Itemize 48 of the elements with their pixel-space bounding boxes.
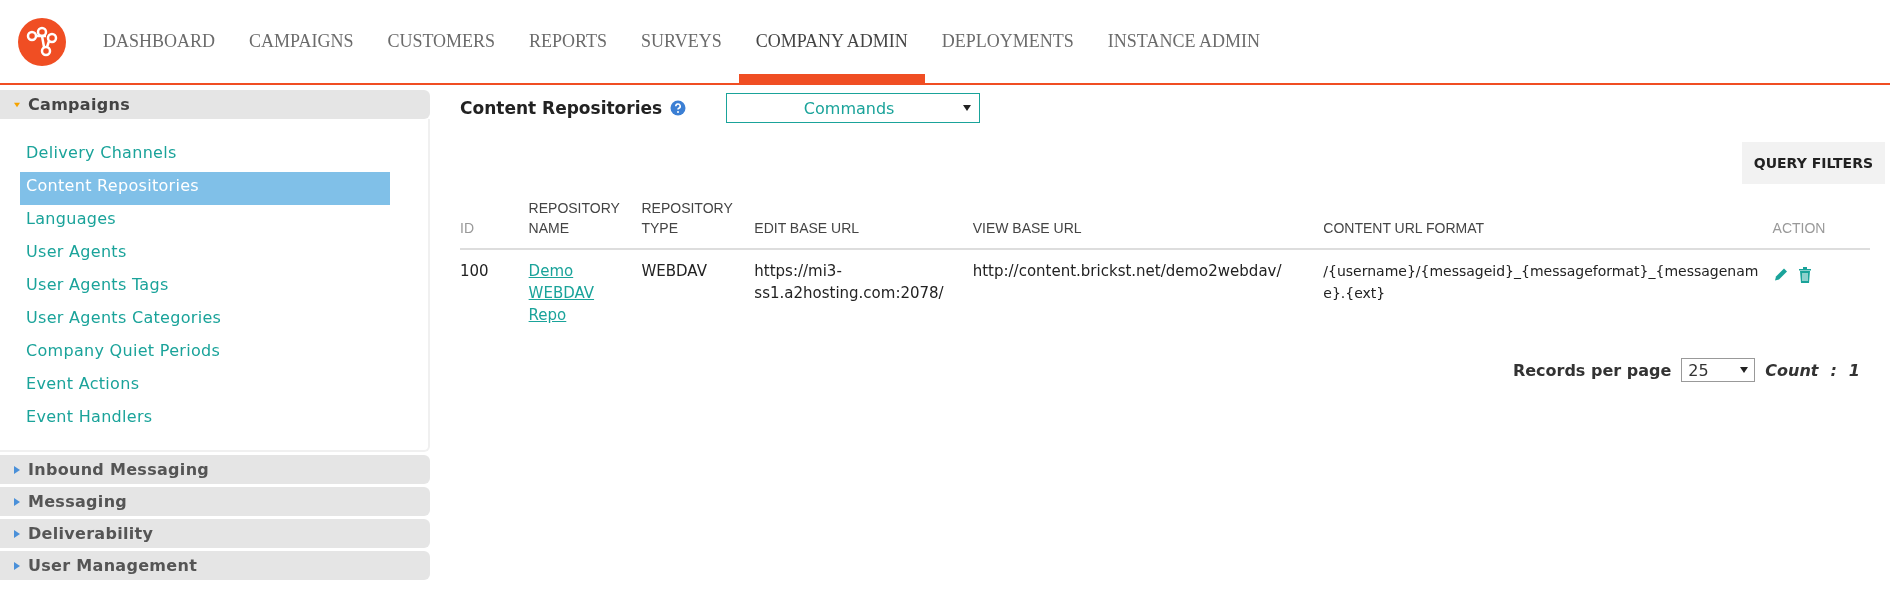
nav-tab[interactable]: CAMPAIGNS — [232, 0, 371, 84]
sidebar-item[interactable]: Delivery Channels — [20, 139, 390, 172]
sidebar-item[interactable]: User Agents — [20, 238, 390, 271]
count-label: Count — [1765, 360, 1819, 380]
pencil-icon[interactable] — [1772, 266, 1789, 283]
sidebar-section-header[interactable]: Messaging — [0, 487, 430, 516]
column-header: EDIT BASE URL — [754, 194, 973, 249]
sidebar-item[interactable]: Company Quiet Periods — [20, 337, 390, 370]
nav-tab[interactable]: DEPLOYMENTS — [924, 0, 1091, 84]
column-header: CONTENT URL FORMAT — [1323, 194, 1773, 249]
sidebar-item[interactable]: User Agents Tags — [20, 271, 390, 304]
nav-tab[interactable]: COMPANY ADMIN — [738, 0, 925, 84]
sidebar-section-header[interactable]: Inbound Messaging — [0, 455, 430, 484]
column-header: REPOSITORY TYPE — [641, 194, 755, 249]
nav-tab[interactable]: SURVEYS — [624, 0, 739, 84]
query-filters-button[interactable]: QUERY FILTERS — [1741, 142, 1885, 184]
table-cell: /{username}/{messageid}_{messageformat}_{messagename}.{ext} — [1323, 249, 1773, 334]
repository-link[interactable]: Demo WEBDAV Repo — [528, 260, 634, 326]
sidebar-item[interactable]: Event Handlers — [20, 403, 390, 436]
caret-down-icon — [963, 105, 972, 111]
caret-down-icon — [1740, 367, 1749, 373]
help-icon[interactable] — [670, 100, 687, 116]
table-cell: WEBDAV — [641, 249, 755, 334]
logo-icon[interactable] — [18, 17, 66, 66]
commands-dropdown[interactable]: Commands — [726, 93, 981, 123]
page-size-dropdown[interactable]: 25 — [1681, 358, 1756, 382]
column-header: REPOSITORY NAME — [528, 194, 642, 249]
records-per-page-label: Records per page — [1512, 360, 1672, 380]
table-cell: 100 — [460, 249, 529, 334]
sidebar-section-header[interactable]: User Management — [0, 551, 430, 580]
trash-icon[interactable] — [1796, 266, 1813, 283]
sidebar-item[interactable]: Event Actions — [20, 370, 390, 403]
sidebar-item[interactable]: User Agents Categories — [20, 304, 390, 337]
column-header: ACTION — [1772, 194, 1870, 249]
count-value: 1 — [1848, 360, 1860, 380]
page-title: Content Repositories — [460, 98, 663, 118]
table-cell: https://mi3-ss1.a2hosting.com:2078/ — [754, 249, 973, 334]
count-separator: : — [1830, 360, 1837, 380]
nav-tab[interactable]: REPORTS — [512, 0, 625, 84]
sidebar-section-header[interactable]: Deliverability — [0, 519, 430, 548]
table-cell: http://content.brickst.net/demo2webdav/ — [972, 249, 1324, 334]
column-header: VIEW BASE URL — [972, 194, 1324, 249]
column-header: ID — [460, 194, 529, 249]
sidebar-item[interactable]: Languages — [20, 205, 390, 238]
nav-tab[interactable]: DASHBOARD — [86, 0, 233, 84]
nav-tab[interactable]: INSTANCE ADMIN — [1090, 0, 1277, 84]
nav-tab[interactable]: CUSTOMERS — [370, 0, 513, 84]
sidebar-section-header[interactable]: Campaigns — [0, 90, 430, 119]
